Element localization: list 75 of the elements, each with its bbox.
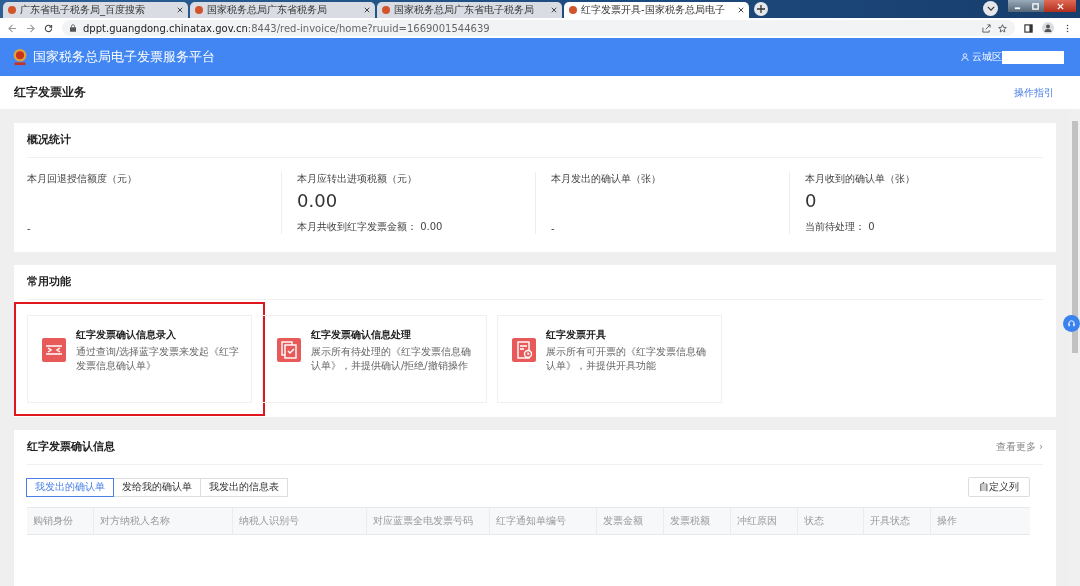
stat-value: 0.00 [297,190,339,212]
user-name[interactable]: 云城区 [972,50,1002,64]
stat-footer: 本月共收到红字发票金额： 0.00 [297,220,535,234]
column-header: 发票税额 [663,508,730,534]
view-more-link[interactable]: 查看更多 › [995,440,1043,454]
forward-icon[interactable] [26,23,35,33]
close-icon[interactable] [551,7,557,13]
column-header: 发票金额 [596,508,663,534]
close-button[interactable] [1044,0,1076,12]
browser-tab[interactable]: 红字发票开具-国家税务总局电子 [564,2,749,18]
guide-link[interactable]: 操作指引 [1014,85,1054,100]
close-icon [1056,2,1064,10]
lock-icon[interactable] [70,24,76,32]
column-header: 购销身份 [32,514,74,528]
tab[interactable]: 我发出的确认单 [26,477,114,497]
section-title: 常用功能 [27,265,1043,300]
redaction-block [1002,50,1064,64]
function-card[interactable]: 红字发票开具 展示所有可开票的《红字发票信息确认单》，并提供开具功能 [497,315,722,403]
profile-icon[interactable] [1042,22,1054,34]
arrows-in-icon [42,338,66,362]
star-icon[interactable] [998,23,1007,33]
stat-footer: 当前待处理： 0 [805,220,1043,234]
tab[interactable]: 发给我的确认单 [113,477,201,497]
column-header: 对方纳税人名称 [93,508,232,534]
stat-label: 本月发出的确认单（张） [551,172,662,186]
emblem-icon [11,47,29,67]
stat-label: 本月收到的确认单（张） [805,172,916,186]
function-card[interactable]: 红字发票确认信息录入 通过查询/选择蓝字发票来发起《红字发票信息确认单》 [27,315,252,403]
minimize-button[interactable] [1008,0,1026,12]
caret-icon [986,6,995,11]
column-header: 冲红原因 [730,508,797,534]
documents-check-icon [277,338,301,362]
maximize-button[interactable] [1026,0,1044,12]
close-icon[interactable] [364,7,370,13]
user-icon [961,53,969,61]
close-icon[interactable] [738,7,744,13]
favicon-icon [382,6,390,14]
column-header: 开具状态 [863,508,930,534]
favicon-icon [569,6,577,14]
column-header: 对应蓝票全电发票号码 [366,508,489,534]
column-header: 纳税人识别号 [232,508,366,534]
browser-tab[interactable]: 广东省电子税务局_百度搜索 [3,2,188,18]
tab[interactable]: 我发出的信息表 [200,477,288,497]
browser-tab[interactable]: 国家税务总局广东省税务局 [190,2,375,18]
function-card[interactable]: 红字发票确认信息处理 展示所有待处理的《红字发票信息确认单》，并提供确认/拒绝/撤销操作 [262,315,487,403]
favicon-icon [8,6,16,14]
stat-label: 本月回退授信额度（元） [27,172,138,186]
column-header: 状态 [797,508,863,534]
new-tab-button[interactable] [754,2,768,16]
section-title: 红字发票确认信息 [27,440,115,454]
stat-footer: - [27,223,281,234]
section-title: 概况统计 [27,123,1043,158]
platform-title: 国家税务总局电子发票服务平台 [33,48,215,66]
maximize-icon [1031,2,1039,10]
stat-footer: - [551,223,789,234]
plus-icon [757,5,765,13]
stat-value: 0 [805,190,818,212]
share-icon[interactable] [982,23,991,33]
reload-icon[interactable] [44,23,53,33]
support-button[interactable] [1063,315,1080,332]
back-icon[interactable] [8,23,17,33]
customize-columns-button[interactable]: 自定义列 [968,477,1030,497]
address-bar[interactable]: dppt.guangdong.chinatax.gov.cn:8443/red-invoice/home?ruuid=1669001544639 [62,20,1015,36]
favicon-icon [195,6,203,14]
document-clock-icon [512,338,536,362]
column-header: 红字通知单编号 [489,508,596,534]
side-panel-icon[interactable] [1024,23,1033,33]
close-icon[interactable] [177,7,183,13]
browser-tab[interactable]: 国家税务总局广东省电子税务局 [377,2,562,18]
url-text: dppt.guangdong.chinatax.gov.cn:8443/red-invoice/home?ruuid=1669001544639 [83,22,490,34]
stat-label: 本月应转出进项税额（元） [297,172,418,186]
page-title: 红字发票业务 [14,84,86,101]
column-header: 操作 [930,508,1030,534]
tab-list-button[interactable] [983,1,998,16]
headset-icon [1067,319,1076,328]
